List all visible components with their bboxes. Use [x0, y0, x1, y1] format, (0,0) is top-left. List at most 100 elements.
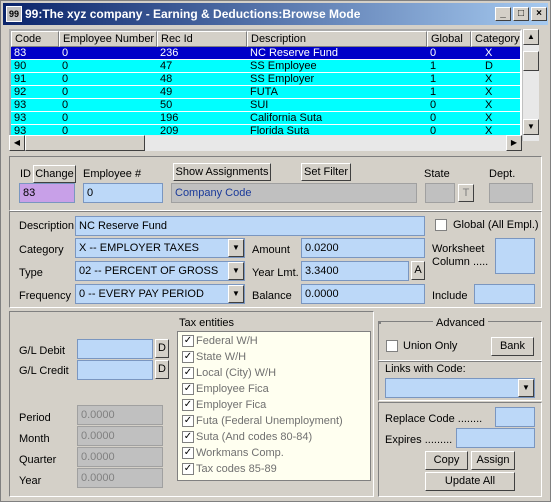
copy-button[interactable]: Copy — [425, 451, 468, 470]
col-rec-id[interactable]: Rec Id — [157, 31, 247, 47]
gl-debit-field[interactable] — [77, 339, 153, 359]
col-code[interactable]: Code — [11, 31, 59, 47]
type-value: 02 -- PERCENT OF GROSS — [79, 265, 219, 277]
type-select[interactable]: 02 -- PERCENT OF GROSS ▼ — [75, 261, 245, 281]
table-cell: 0 — [62, 47, 69, 59]
worksheet-column-field[interactable] — [495, 238, 535, 274]
checkbox-icon[interactable]: ✓ — [182, 447, 194, 460]
chevron-down-icon[interactable]: ▼ — [228, 285, 244, 303]
checkbox-icon[interactable]: ✓ — [182, 335, 194, 348]
show-assignments-button[interactable]: Show Assignments — [173, 163, 271, 181]
chevron-down-icon[interactable]: ▼ — [228, 239, 244, 257]
checkbox-icon[interactable]: ✓ — [182, 367, 194, 380]
links-with-code-select[interactable]: ▼ — [385, 378, 535, 398]
id-label: ID — [20, 168, 31, 180]
links-with-code-label: Links with Code: — [385, 363, 466, 375]
gl-debit-d-button[interactable]: D — [155, 339, 169, 358]
table-cell: 83 — [14, 47, 27, 59]
table-row[interactable]: 93 0 50 SUI 0 X — [11, 99, 520, 111]
table-cell: D — [485, 60, 493, 72]
scroll-down-icon[interactable]: ▼ — [523, 119, 539, 135]
chevron-down-icon[interactable]: ▼ — [228, 262, 244, 280]
grid-vertical-scrollbar[interactable]: ▲ ▼ — [522, 29, 539, 141]
change-button[interactable]: Change — [33, 165, 76, 183]
year-limit-field[interactable]: 3.3400 — [301, 261, 409, 281]
col-category[interactable]: Category — [471, 31, 520, 47]
expires-field[interactable] — [456, 428, 535, 448]
table-row[interactable]: 91 0 48 SS Employer 1 X — [11, 73, 520, 85]
table-cell: 0 — [62, 73, 69, 85]
table-cell: 93 — [14, 112, 27, 124]
checkbox-icon[interactable]: ✓ — [182, 351, 194, 364]
scroll-left-icon[interactable]: ◀ — [9, 135, 25, 151]
include-field[interactable] — [474, 284, 535, 304]
checkbox-icon[interactable]: ✓ — [182, 463, 194, 476]
gl-credit-d-button[interactable]: D — [155, 360, 169, 379]
col-global[interactable]: Global — [427, 31, 471, 47]
table-row[interactable]: 90 0 47 SS Employee 1 D — [11, 60, 520, 72]
description-field[interactable]: NC Reserve Fund — [75, 216, 425, 236]
scroll-thumb[interactable] — [523, 51, 539, 71]
tax-item-suta[interactable]: ✓ Suta (And codes 80-84) — [182, 431, 312, 447]
tax-entities-list[interactable]: ✓ Federal W/H ✓ State W/H ✓ Local (City) W/… — [177, 331, 371, 481]
table-row[interactable]: 93 0 196 California Suta 0 X — [11, 112, 520, 124]
tax-item-workmans-comp[interactable]: ✓ Workmans Comp. — [182, 447, 284, 463]
amount-field[interactable]: 0.0200 — [301, 238, 425, 258]
tax-item-futa[interactable]: ✓ Futa (Federal Unemployment) — [182, 415, 343, 431]
table-row[interactable]: 83 0 236 NC Reserve Fund 0 X — [11, 47, 520, 59]
employee-number-field[interactable]: 0 — [83, 183, 163, 203]
table-cell: SS Employer — [250, 73, 315, 85]
replace-code-field[interactable] — [495, 407, 535, 427]
id-field[interactable]: 83 — [19, 183, 75, 203]
tax-item-employer-fica[interactable]: ✓ Employer Fica — [182, 399, 266, 415]
bank-button[interactable]: Bank — [491, 337, 534, 356]
tax-item-local[interactable]: ✓ Local (City) W/H — [182, 367, 276, 383]
state-label: State — [424, 168, 450, 180]
year-limit-a-button[interactable]: A — [411, 261, 425, 280]
chevron-down-icon[interactable]: ▼ — [518, 379, 534, 397]
table-cell: X — [485, 99, 493, 111]
scroll-up-icon[interactable]: ▲ — [523, 29, 539, 45]
period-label: Period — [19, 412, 51, 424]
include-label: Include — [432, 290, 468, 302]
table-cell: 236 — [160, 47, 179, 59]
tax-item-federal[interactable]: ✓ Federal W/H — [182, 335, 258, 351]
gl-credit-field[interactable] — [77, 360, 153, 380]
frequency-select[interactable]: 0 -- EVERY PAY PERIOD ▼ — [75, 284, 245, 304]
balance-label: Balance — [252, 290, 292, 302]
minimize-button[interactable]: _ — [495, 7, 511, 21]
title-bar[interactable]: 99 99:The xyz company - Earning & Deduct… — [3, 3, 548, 25]
set-filter-button[interactable]: Set Filter — [301, 163, 351, 181]
tax-item-state[interactable]: ✓ State W/H — [182, 351, 246, 367]
maximize-button[interactable]: □ — [513, 7, 529, 21]
records-grid[interactable]: Code Employee Number Rec Id Description … — [9, 29, 522, 141]
table-cell: 1 — [430, 86, 437, 98]
table-cell: 0 — [62, 112, 69, 124]
checkbox-icon[interactable]: ✓ — [182, 415, 194, 428]
gl-credit-label: G/L Credit — [19, 365, 69, 377]
balance-field[interactable]: 0.0000 — [301, 284, 425, 304]
checkbox-icon[interactable]: ✓ — [182, 383, 194, 396]
tax-item-codes-85-89[interactable]: ✓ Tax codes 85-89 — [182, 463, 277, 479]
update-all-button[interactable]: Update All — [425, 472, 515, 491]
grid-horizontal-scrollbar[interactable]: ◀ ▶ — [9, 135, 522, 151]
table-cell: X — [485, 112, 493, 124]
tax-item-employee-fica[interactable]: ✓ Employee Fica — [182, 383, 269, 399]
frequency-label: Frequency — [19, 290, 71, 302]
checkbox-icon[interactable]: ✓ — [182, 431, 194, 444]
hscroll-thumb[interactable] — [25, 135, 145, 151]
col-description[interactable]: Description — [247, 31, 427, 47]
table-row[interactable]: 92 0 49 FUTA 1 X — [11, 86, 520, 98]
state-t-button[interactable]: T — [458, 184, 474, 202]
union-only-checkbox[interactable] — [386, 340, 398, 352]
close-button[interactable]: × — [531, 7, 547, 21]
global-checkbox[interactable] — [435, 219, 447, 231]
assign-button[interactable]: Assign — [471, 451, 515, 470]
main-window: 99 99:The xyz company - Earning & Deduct… — [0, 0, 551, 502]
scroll-right-icon[interactable]: ▶ — [506, 135, 522, 151]
col-employee-number[interactable]: Employee Number — [59, 31, 157, 47]
table-cell: SUI — [250, 99, 269, 111]
checkbox-icon[interactable]: ✓ — [182, 399, 194, 412]
month-field: 0.0000 — [77, 426, 163, 446]
category-select[interactable]: X -- EMPLOYER TAXES ▼ — [75, 238, 245, 258]
